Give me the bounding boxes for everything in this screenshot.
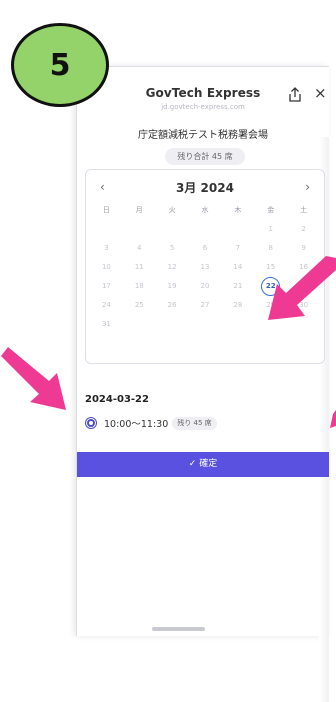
close-icon[interactable]: × <box>314 85 327 101</box>
calendar: ‹ 3月 2024 › 日月火水木金土 1 2 3 4 5 6 7 8 9 10 11 12 13 14 15… <box>85 169 325 364</box>
calendar-day[interactable]: 21 <box>221 277 254 296</box>
calendar-day[interactable]: 11 <box>123 258 156 277</box>
weekday-label: 日 <box>102 206 110 214</box>
booking-panel: GovTech Express jd.govtech-express.com ×… <box>76 66 329 702</box>
weekday-label: 火 <box>168 206 176 214</box>
selected-date-heading: 2024-03-22 <box>85 394 149 405</box>
calendar-day[interactable]: 3 <box>90 239 123 258</box>
calendar-day[interactable]: 8 <box>254 239 287 258</box>
step-number: 5 <box>49 47 71 83</box>
calendar-day[interactable]: 16 <box>287 258 320 277</box>
slot-remaining-badge: 残り 45 席 <box>172 416 217 430</box>
time-slot-label: 10:00〜11:30 <box>104 419 169 430</box>
calendar-day <box>287 315 320 334</box>
calendar-day <box>90 220 123 239</box>
weekday-label: 水 <box>201 206 209 214</box>
calendar-day[interactable]: 28 <box>221 296 254 315</box>
calendar-day[interactable]: 30 <box>287 296 320 315</box>
confirm-button[interactable]: ✓ 確定 <box>77 452 329 477</box>
calendar-day <box>123 315 156 334</box>
calendar-day[interactable]: 19 <box>156 277 189 296</box>
calendar-grid: 日月火水木金土 1 2 3 4 5 6 7 8 9 10 11 12 13 14 15 16 17 18 19 20 21… <box>90 201 320 334</box>
time-slot-option[interactable]: 10:00〜11:30 残り 45 席 <box>85 415 217 431</box>
weekday-label: 木 <box>234 206 242 214</box>
calendar-day <box>123 220 156 239</box>
calendar-day[interactable]: 18 <box>123 277 156 296</box>
calendar-day[interactable]: 13 <box>189 258 222 277</box>
calendar-next-button[interactable]: › <box>305 180 310 194</box>
calendar-day[interactable]: 24 <box>90 296 123 315</box>
calendar-day[interactable]: 23 <box>287 277 320 296</box>
weekday-label: 金 <box>267 206 275 214</box>
calendar-day[interactable]: 10 <box>90 258 123 277</box>
calendar-day[interactable]: 25 <box>123 296 156 315</box>
calendar-day[interactable]: 17 <box>90 277 123 296</box>
calendar-day <box>221 220 254 239</box>
step-number-badge: 5 <box>11 23 109 107</box>
calendar-day[interactable]: 12 <box>156 258 189 277</box>
weekday-label: 土 <box>300 206 308 214</box>
radio-selected-icon[interactable] <box>85 417 97 429</box>
arrow-to-slot-icon <box>1 347 66 410</box>
calendar-day <box>221 315 254 334</box>
total-remaining-badge: 残り合計 45 席 <box>165 148 245 165</box>
calendar-day <box>254 315 287 334</box>
home-indicator <box>152 627 205 631</box>
calendar-day[interactable]: 1 <box>254 220 287 239</box>
calendar-day[interactable]: 26 <box>156 296 189 315</box>
calendar-day[interactable]: 9 <box>287 239 320 258</box>
calendar-day <box>189 315 222 334</box>
calendar-day-selected[interactable]: 22 <box>254 277 287 296</box>
share-icon[interactable] <box>288 87 302 103</box>
calendar-day[interactable]: 2 <box>287 220 320 239</box>
calendar-day <box>156 220 189 239</box>
calendar-day <box>156 315 189 334</box>
calendar-day[interactable]: 15 <box>254 258 287 277</box>
calendar-day[interactable]: 20 <box>189 277 222 296</box>
calendar-day[interactable]: 7 <box>221 239 254 258</box>
arrow-to-confirm-icon <box>330 410 336 428</box>
app-url: jd.govtech-express.com <box>161 103 245 111</box>
calendar-month-label: 3月 2024 <box>176 181 234 195</box>
calendar-day[interactable]: 6 <box>189 239 222 258</box>
calendar-day[interactable]: 4 <box>123 239 156 258</box>
weekday-label: 月 <box>135 206 143 214</box>
calendar-day[interactable]: 5 <box>156 239 189 258</box>
calendar-day[interactable]: 27 <box>189 296 222 315</box>
calendar-day[interactable]: 29 <box>254 296 287 315</box>
calendar-day[interactable]: 14 <box>221 258 254 277</box>
calendar-day[interactable]: 31 <box>90 315 123 334</box>
venue-name: 庁定額減税テスト税務署会場 <box>138 130 268 141</box>
calendar-day <box>189 220 222 239</box>
